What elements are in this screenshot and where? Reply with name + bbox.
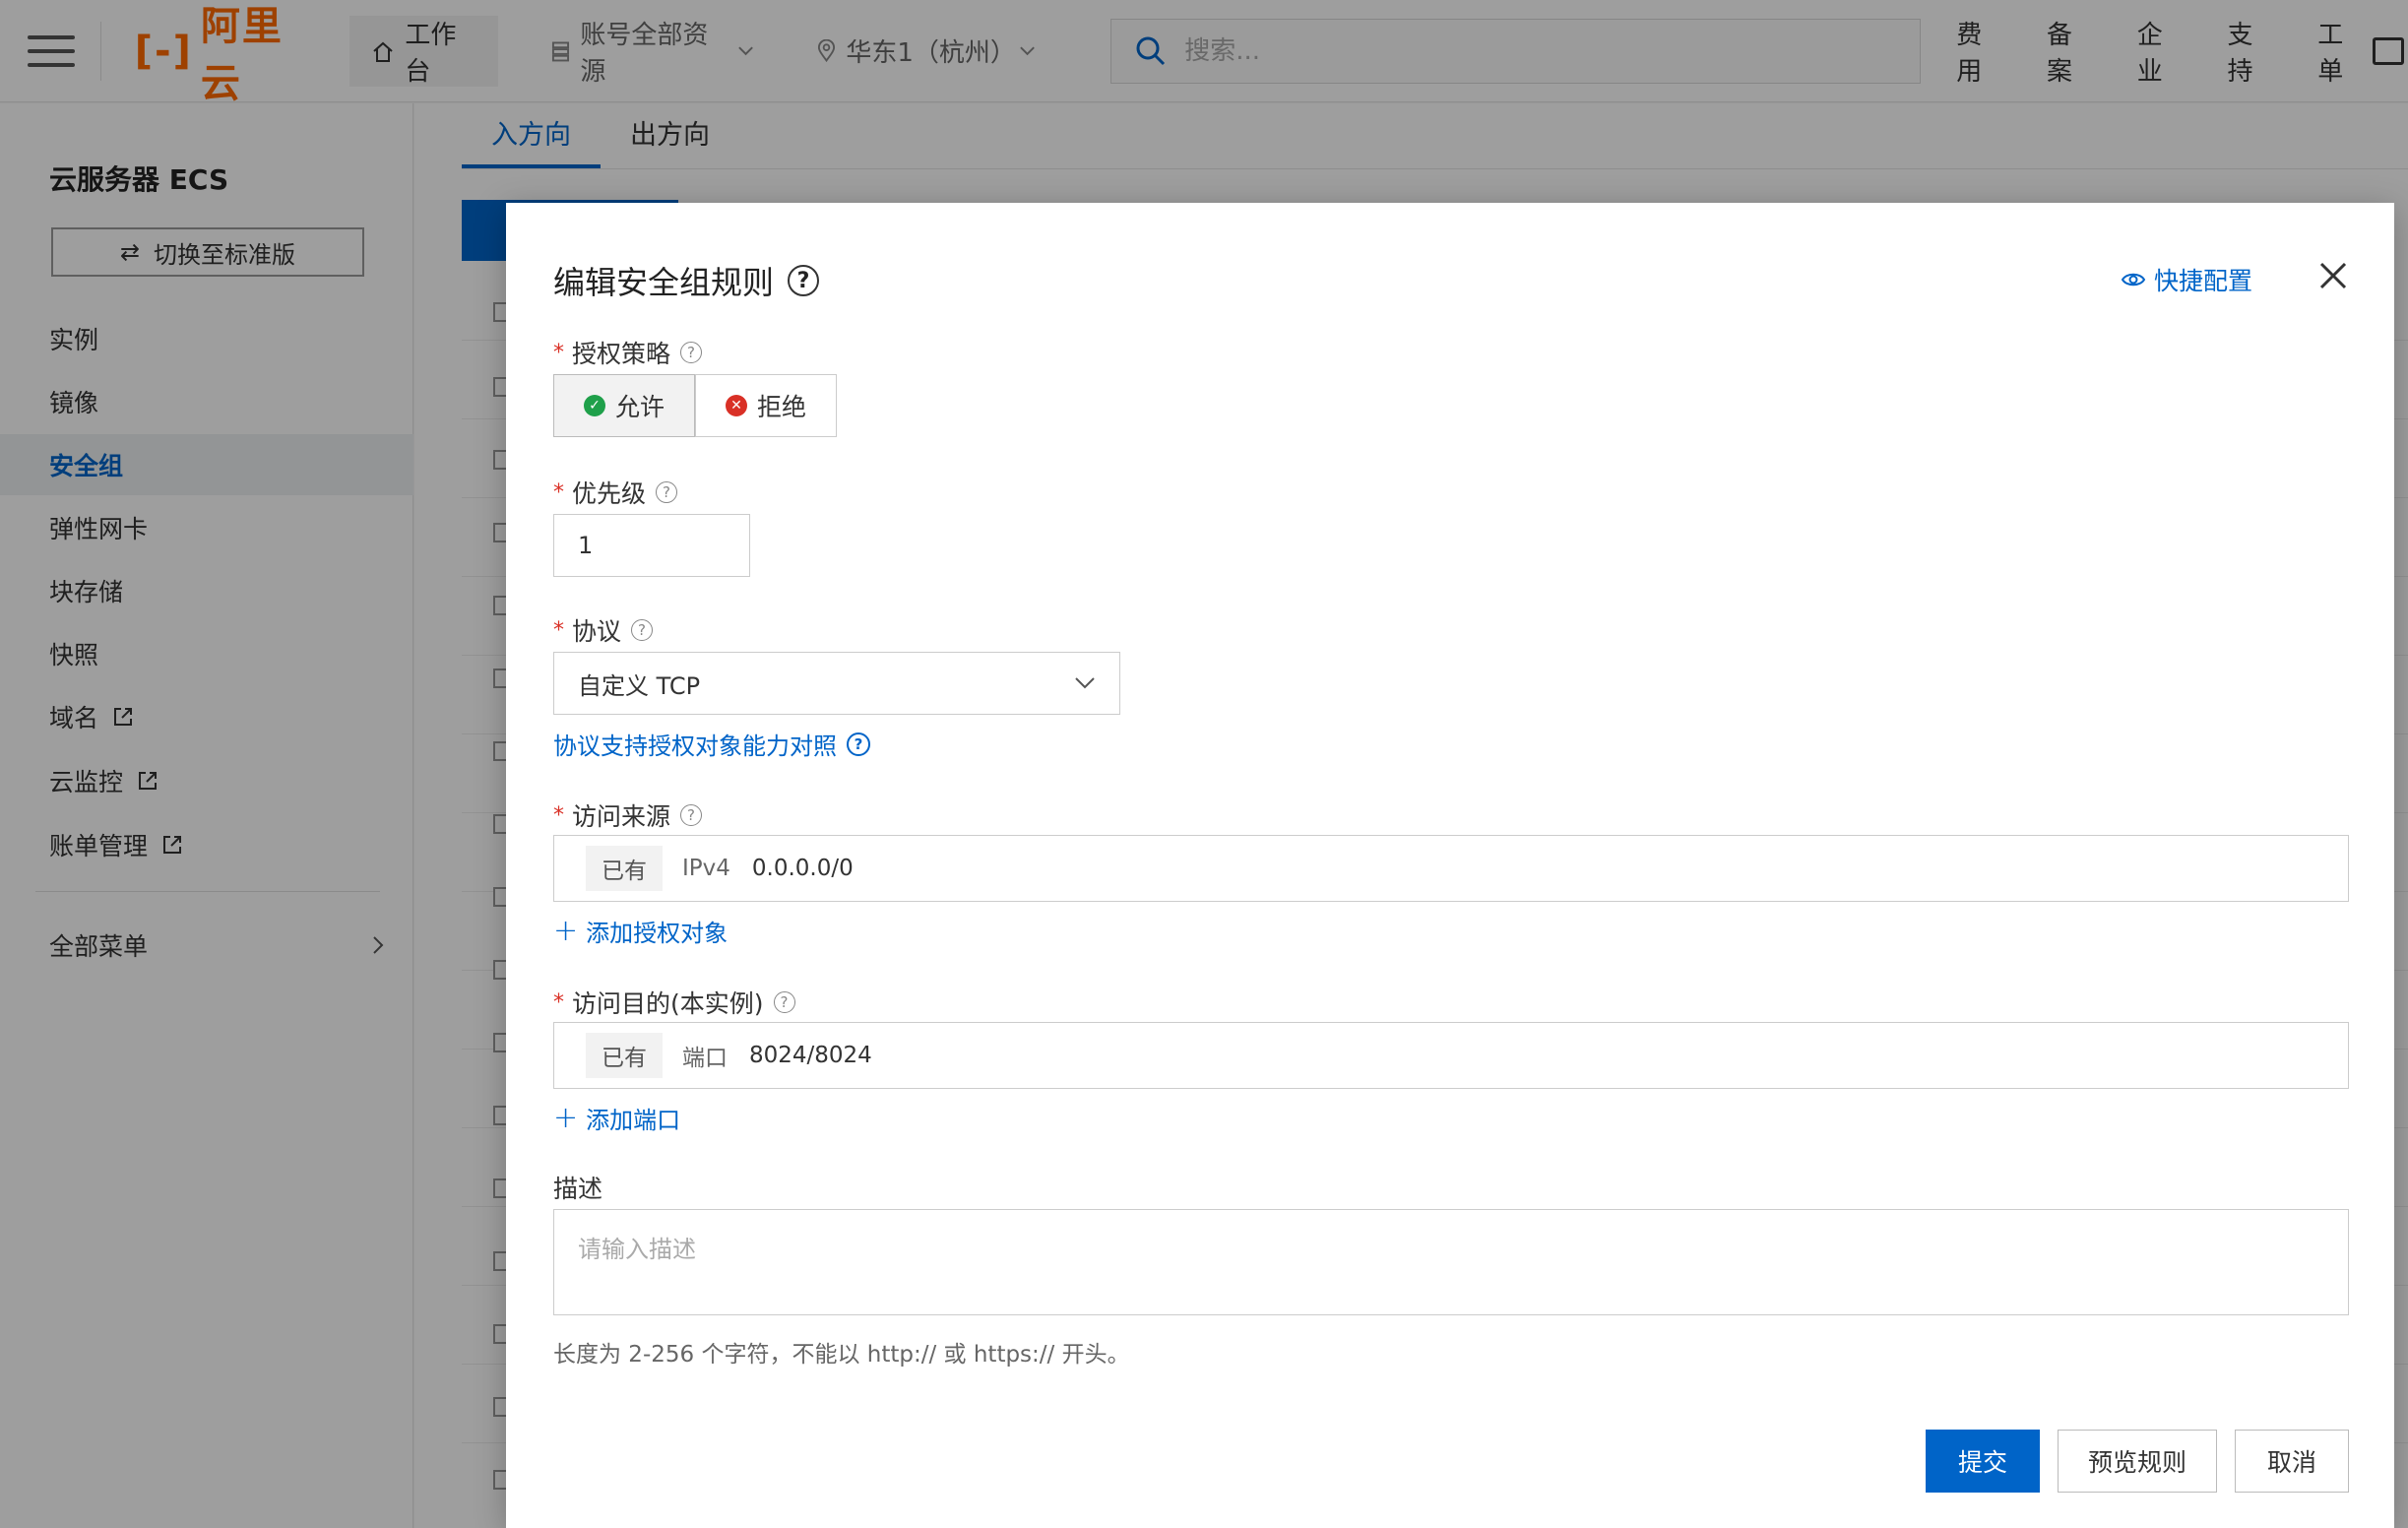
priority-label-text: 优先级 (572, 479, 647, 508)
chevron-down-icon (1075, 677, 1095, 689)
help-icon[interactable]: ? (680, 342, 703, 363)
help-icon: ? (847, 732, 870, 756)
add-auth-object-label: 添加授权对象 (586, 920, 729, 947)
policy-allow-option[interactable]: ✓ 允许 (553, 374, 696, 437)
description-label-text: 描述 (553, 1175, 603, 1203)
protocol-support-link[interactable]: 协议支持授权对象能力对照 ? (553, 727, 870, 761)
dialog-title: 编辑安全组规则 ? (553, 258, 820, 303)
protocol-select-value: 自定义 TCP (578, 671, 701, 700)
description-hint: 长度为 2-256 个字符，不能以 http:// 或 https:// 开头。 (553, 1342, 1130, 1368)
required-mark: * (553, 340, 564, 365)
existing-tag: 已有 (586, 846, 663, 891)
add-port-link[interactable]: + 添加端口 (553, 1101, 680, 1135)
check-circle-icon: ✓ (584, 395, 605, 416)
required-mark: * (553, 802, 564, 828)
policy-radio-group: ✓ 允许 ✕ 拒绝 (553, 374, 838, 437)
protocol-label-text: 协议 (572, 617, 622, 646)
description-textarea[interactable] (553, 1209, 2349, 1315)
destination-type: 端口 (682, 1046, 728, 1071)
plus-icon: + (553, 914, 579, 948)
add-auth-object-link[interactable]: + 添加授权对象 (553, 914, 728, 948)
protocol-select[interactable]: 自定义 TCP (553, 652, 1120, 715)
preview-rules-button[interactable]: 预览规则 (2058, 1430, 2217, 1493)
help-icon[interactable]: ? (788, 265, 820, 296)
priority-input[interactable] (553, 514, 750, 577)
source-value: 0.0.0.0/0 (751, 856, 854, 881)
destination-label: * 访问目的(本实例) ? (553, 985, 795, 1020)
destination-label-text: 访问目的(本实例) (572, 989, 764, 1018)
destination-value: 8024/8024 (749, 1043, 872, 1068)
eye-icon (2121, 273, 2146, 286)
help-icon[interactable]: ? (773, 991, 795, 1013)
source-label-text: 访问来源 (572, 802, 671, 831)
help-icon[interactable]: ? (680, 804, 703, 826)
policy-deny-option[interactable]: ✕ 拒绝 (695, 374, 838, 437)
existing-tag: 已有 (586, 1033, 663, 1078)
required-mark: * (553, 479, 564, 505)
plus-icon: + (553, 1101, 579, 1135)
dialog-title-text: 编辑安全组规则 (553, 264, 775, 301)
help-icon[interactable]: ? (631, 619, 654, 641)
policy-deny-label: 拒绝 (757, 393, 807, 421)
policy-label: * 授权策略 ? (553, 335, 703, 370)
source-label: * 访问来源 ? (553, 797, 703, 833)
x-circle-icon: ✕ (726, 395, 748, 416)
required-mark: * (553, 617, 564, 643)
close-icon[interactable] (2317, 260, 2349, 291)
add-port-label: 添加端口 (586, 1107, 681, 1134)
protocol-label: * 协议 ? (553, 612, 654, 648)
destination-input[interactable]: 已有 端口 8024/8024 (553, 1022, 2349, 1089)
source-type: IPv4 (682, 856, 730, 881)
quick-config-label: 快捷配置 (2154, 267, 2253, 295)
policy-label-text: 授权策略 (572, 340, 671, 368)
required-mark: * (553, 989, 564, 1015)
cancel-button[interactable]: 取消 (2235, 1430, 2349, 1493)
help-icon[interactable]: ? (656, 481, 678, 503)
policy-allow-label: 允许 (615, 393, 665, 421)
priority-label: * 优先级 ? (553, 475, 678, 510)
description-label: 描述 (553, 1170, 602, 1205)
protocol-support-label: 协议支持授权对象能力对照 (553, 732, 837, 760)
quick-config-link[interactable]: 快捷配置 (2121, 262, 2252, 297)
edit-security-rule-dialog: 编辑安全组规则 ? 快捷配置 * 授权策略 ? ✓ 允许 ✕ 拒绝 * 优先级 … (506, 203, 2394, 1528)
submit-button[interactable]: 提交 (1926, 1430, 2040, 1493)
source-input[interactable]: 已有 IPv4 0.0.0.0/0 (553, 835, 2349, 902)
